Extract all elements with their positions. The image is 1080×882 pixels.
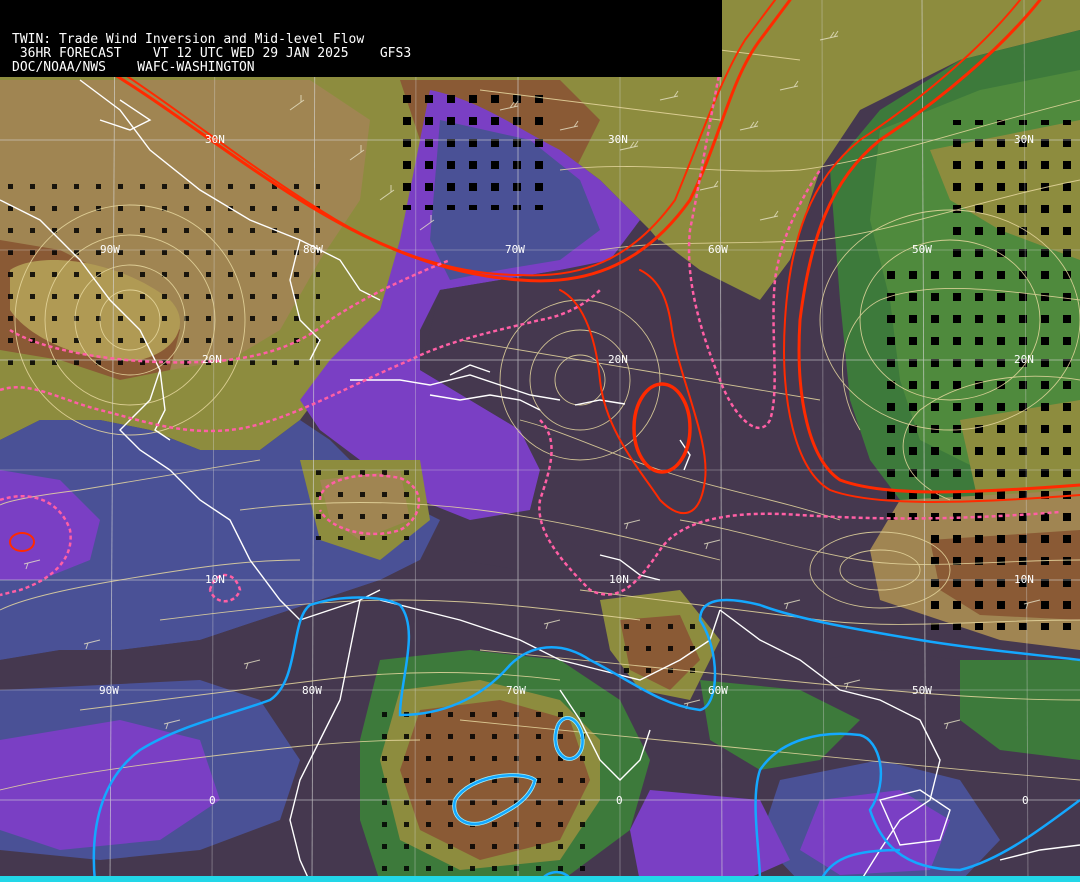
lon-label-90w: 90W [99,684,119,697]
map-title: TWIN: Trade Wind Inversion and Mid-level… [12,32,365,47]
lon-label-60w: 60W [708,684,728,697]
lat-label-10n: 10N [1014,573,1034,586]
equator-label: 0 [1022,794,1029,807]
equator-label: 0 [209,794,216,807]
lat-label-30n: 30N [1014,133,1034,146]
lat-label-20n: 20N [1014,353,1034,366]
lat-label-20n: 20N [608,353,628,366]
lon-label-60w: 60W [708,243,728,256]
lon-label-70w: 70W [505,243,525,256]
lon-label-50w: 50W [912,243,932,256]
lat-label-10n: 10N [609,573,629,586]
lat-label-30n: 30N [608,133,628,146]
map-header: TWIN: Trade Wind Inversion and Mid-level… [0,0,722,77]
lon-label-90w: 90W [100,243,120,256]
lon-label-50w: 50W [912,684,932,697]
forecast-valid-time: 36HR FORECAST VT 12 UTC WED 29 JAN 2025 … [12,46,412,61]
lon-label-80w: 80W [302,684,322,697]
bottom-border [0,876,1080,882]
lon-label-80w: 80W [303,243,323,256]
forecast-map [0,0,1080,882]
lon-label-70w: 70W [506,684,526,697]
equator-label: 0 [616,794,623,807]
lat-label-20n: 20N [202,353,222,366]
lat-label-30n: 30N [205,133,225,146]
source-credit: DOC/NOAA/NWS WAFC-WASHINGTON [12,60,255,75]
lat-label-10n: 10N [205,573,225,586]
